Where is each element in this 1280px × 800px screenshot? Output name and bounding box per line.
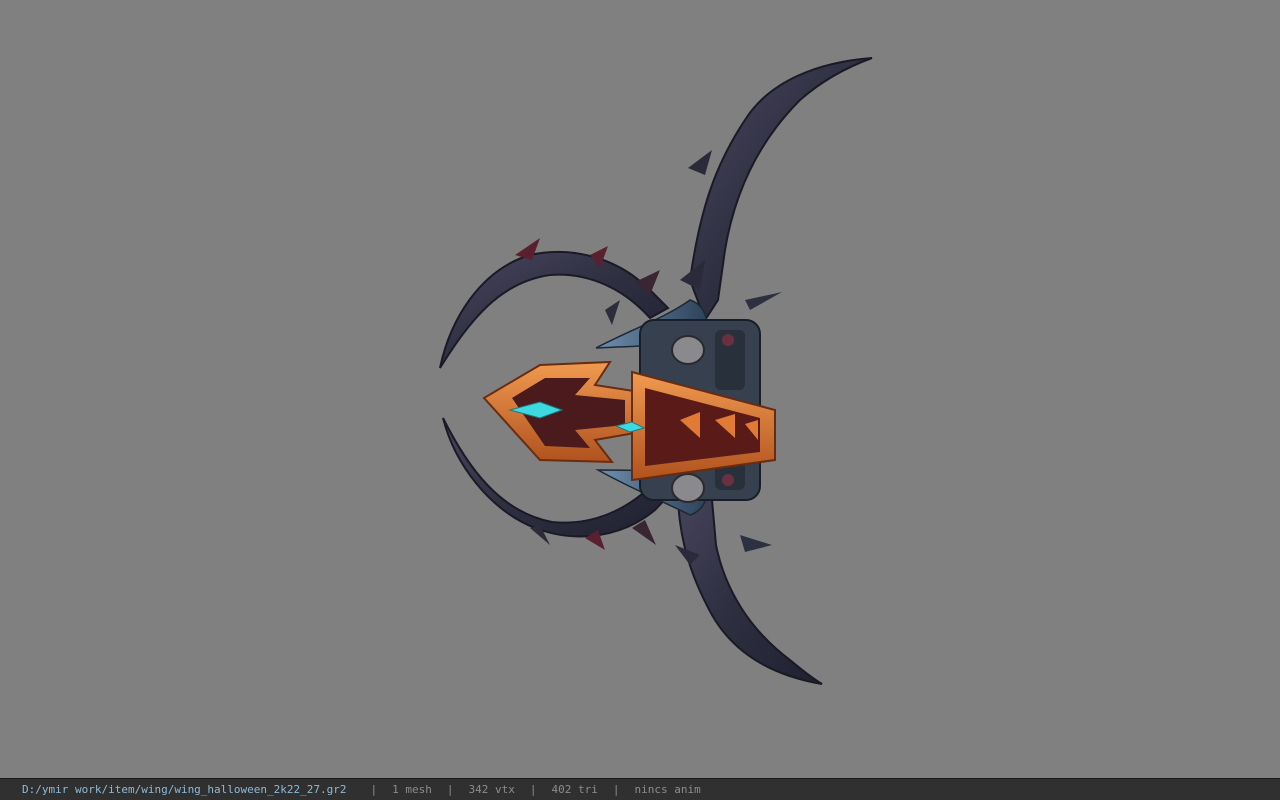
3d-viewport[interactable] [0, 0, 1280, 778]
upper-curl-blade [439, 251, 670, 369]
vertex-count: 342 vtx [468, 783, 515, 796]
wing-model-render [439, 57, 873, 685]
separator: | [446, 783, 454, 796]
animation-status: nincs anim [634, 783, 701, 796]
triangle-count: 402 tri [551, 783, 598, 796]
separator: | [529, 783, 537, 796]
status-bar: D:/ymir work/item/wing/wing_halloween_2k… [0, 778, 1280, 800]
file-path: D:/ymir work/item/wing/wing_halloween_2k… [22, 783, 347, 796]
mesh-count: 1 mesh [392, 783, 432, 796]
upper-main-blade [688, 57, 873, 323]
separator: | [612, 783, 620, 796]
separator: | [370, 783, 378, 796]
